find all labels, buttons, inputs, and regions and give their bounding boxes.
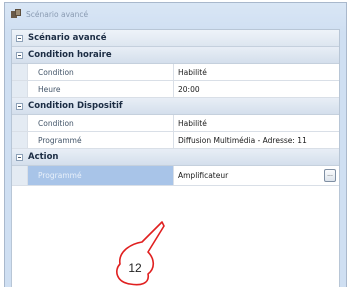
property-row-selected[interactable]: Programmé Amplificateur ... (12, 166, 339, 186)
app-icon (11, 9, 21, 19)
property-value[interactable]: 20:00 (174, 81, 339, 97)
window-title: Scénario avancé (26, 9, 89, 19)
property-name: Heure (28, 81, 174, 97)
property-name: Condition (28, 64, 174, 80)
property-value[interactable]: Habilité (174, 64, 339, 80)
collapse-icon[interactable] (16, 51, 23, 59)
callout-annotation: 12 (100, 212, 170, 287)
callout-arrow (116, 221, 165, 286)
property-value-text: Amplificateur (178, 171, 229, 180)
collapse-icon[interactable] (16, 153, 23, 161)
collapse-icon[interactable] (16, 34, 23, 42)
property-row[interactable]: Condition Habilité (12, 64, 339, 81)
root-category-label: Scénario avancé (28, 33, 107, 43)
section-action[interactable]: Action (12, 149, 339, 166)
root-category[interactable]: Scénario avancé (12, 30, 339, 47)
browse-button[interactable]: ... (324, 169, 336, 182)
property-row[interactable]: Heure 20:00 (12, 81, 339, 98)
property-row[interactable]: Programmé Diffusion Multimédia - Adresse… (12, 132, 339, 149)
property-grid: Scénario avancé Condition horaire Condit… (11, 29, 340, 287)
property-name: Programmé (28, 132, 174, 148)
property-value[interactable]: Diffusion Multimédia - Adresse: 11 (174, 132, 339, 148)
callout-number: 12 (128, 261, 142, 275)
collapse-icon[interactable] (16, 102, 23, 110)
property-row[interactable]: Condition Habilité (12, 115, 339, 132)
property-name: Programmé (28, 166, 174, 185)
scenario-window: Scénario avancé Scénario avancé Conditio… (4, 2, 347, 287)
section-condition-dispositif[interactable]: Condition Dispositif (12, 98, 339, 115)
section-condition-horaire[interactable]: Condition horaire (12, 47, 339, 64)
property-value[interactable]: Habilité (174, 115, 339, 131)
section-label: Action (28, 152, 59, 162)
property-value[interactable]: Amplificateur ... (174, 166, 339, 185)
section-label: Condition horaire (28, 50, 112, 60)
title-bar: Scénario avancé (5, 3, 346, 25)
section-label: Condition Dispositif (28, 101, 123, 111)
property-name: Condition (28, 115, 174, 131)
